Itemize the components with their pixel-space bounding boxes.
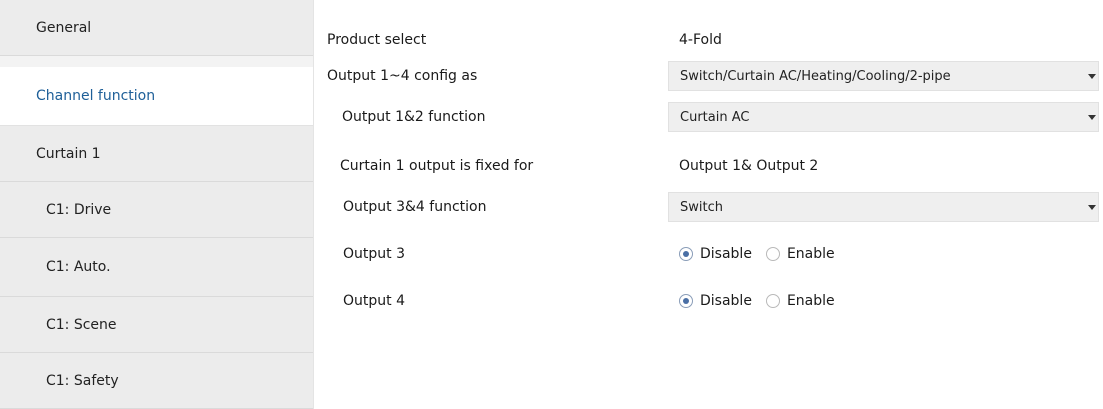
param-row-output-1-2-function: Output 1&2 function Curtain AC — [313, 101, 1103, 133]
sidebar: General Channel function Curtain 1 C1: D… — [0, 0, 314, 409]
sidebar-item-general[interactable]: General — [0, 0, 313, 56]
sidebar-item-label: C1: Drive — [46, 201, 112, 218]
param-value: 4-Fold — [679, 32, 722, 48]
dropdown-value: Curtain AC — [680, 109, 750, 125]
radio-label: Enable — [786, 246, 835, 262]
radio-label: Disable — [700, 293, 752, 309]
sidebar-item-label: General — [36, 19, 92, 36]
dropdown-value: Switch — [680, 199, 723, 215]
chevron-down-icon — [1088, 73, 1096, 79]
param-label: Output 4 — [343, 293, 405, 309]
param-row-output-1-4-config: Output 1~4 config as Switch/Curtain AC/H… — [313, 60, 1103, 92]
sidebar-item-label: Curtain 1 — [36, 145, 101, 162]
dropdown-value: Switch/Curtain AC/Heating/Cooling/2-pipe — [680, 68, 951, 84]
param-row-output-4: Output 4 Disable Enable — [313, 285, 1103, 317]
param-value: Output 1& Output 2 — [679, 158, 819, 174]
sidebar-item-c1-drive[interactable]: C1: Drive — [0, 182, 313, 238]
output-1-2-function-dropdown[interactable]: Curtain AC — [668, 102, 1099, 132]
sidebar-item-label: C1: Scene — [46, 316, 117, 333]
output-4-radio-group: Disable Enable — [679, 293, 849, 309]
output-3-disable-radio[interactable]: Disable — [679, 246, 752, 262]
output-3-enable-radio[interactable]: Enable — [765, 246, 835, 262]
chevron-down-icon — [1088, 114, 1096, 120]
param-label: Output 3 — [343, 246, 405, 262]
radio-unselected-icon — [765, 247, 780, 261]
radio-selected-icon — [679, 294, 693, 308]
param-row-output-3: Output 3 Disable Enable — [313, 238, 1103, 270]
sidebar-item-c1-safety[interactable]: C1: Safety — [0, 353, 313, 409]
param-row-product-select: Product select 4-Fold — [313, 24, 1103, 56]
radio-label: Enable — [786, 293, 835, 309]
sidebar-item-curtain-1[interactable]: Curtain 1 — [0, 126, 313, 182]
radio-selected-icon — [679, 247, 693, 261]
sidebar-item-channel-function[interactable]: Channel function — [0, 67, 313, 126]
param-row-curtain-1-fixed: Curtain 1 output is fixed for Output 1& … — [313, 150, 1103, 182]
param-label: Curtain 1 output is fixed for — [340, 158, 534, 174]
chevron-down-icon — [1088, 204, 1096, 210]
output-1-4-config-dropdown[interactable]: Switch/Curtain AC/Heating/Cooling/2-pipe — [668, 61, 1099, 91]
output-4-disable-radio[interactable]: Disable — [679, 293, 752, 309]
param-label: Output 3&4 function — [343, 199, 487, 215]
radio-label: Disable — [700, 246, 752, 262]
sidebar-item-label: C1: Auto. — [46, 259, 111, 275]
param-label: Output 1&2 function — [342, 109, 486, 125]
output-3-4-function-dropdown[interactable]: Switch — [668, 192, 1099, 222]
sidebar-item-c1-scene[interactable]: C1: Scene — [0, 297, 313, 353]
param-label: Product select — [327, 32, 427, 48]
output-3-radio-group: Disable Enable — [679, 246, 849, 262]
sidebar-item-label: C1: Safety — [46, 372, 119, 389]
param-label: Output 1~4 config as — [327, 68, 478, 84]
param-row-output-3-4-function: Output 3&4 function Switch — [313, 191, 1103, 223]
parameter-panel: Product select 4-Fold Output 1~4 config … — [313, 0, 1103, 409]
output-4-enable-radio[interactable]: Enable — [765, 293, 835, 309]
sidebar-item-c1-auto[interactable]: C1: Auto. — [0, 238, 313, 297]
sidebar-item-label: Channel function — [36, 88, 156, 104]
radio-unselected-icon — [765, 294, 780, 308]
